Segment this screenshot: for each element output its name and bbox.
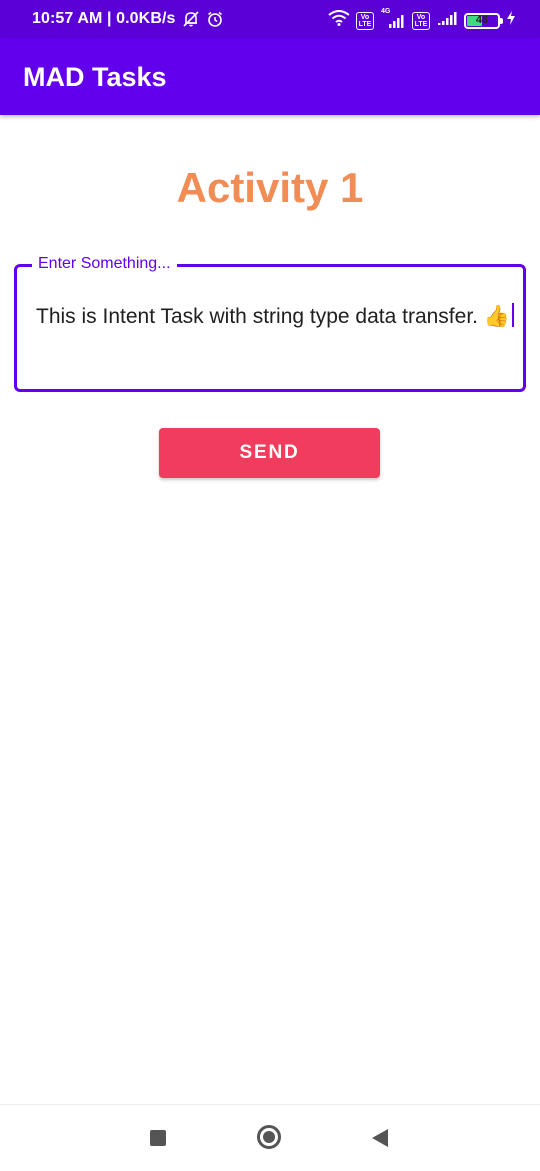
volte-icon: Vo LTE bbox=[412, 11, 430, 30]
back-icon[interactable] bbox=[372, 1129, 388, 1147]
activity-heading: Activity 1 bbox=[176, 164, 364, 211]
input-value-container[interactable]: This is Intent Task with string type dat… bbox=[36, 303, 516, 331]
input-label: Enter Something... bbox=[32, 255, 177, 273]
app-title: MAD Tasks bbox=[23, 62, 167, 92]
home-icon[interactable] bbox=[257, 1125, 281, 1149]
signal-icon bbox=[436, 10, 458, 31]
signal-icon: 4G bbox=[380, 8, 406, 29]
navigation-bar bbox=[0, 1104, 540, 1171]
status-left: 10:57 AM | 0.0KB/s bbox=[32, 10, 224, 28]
volte-icon: Vo LTE bbox=[356, 11, 374, 30]
input-value[interactable]: This is Intent Task with string type dat… bbox=[36, 305, 510, 328]
status-bar: 10:57 AM | 0.0KB/s Vo LTE 4G Vo LTE 46 bbox=[0, 0, 540, 38]
battery-level: 46 bbox=[475, 13, 489, 26]
text-caret bbox=[511, 303, 514, 327]
text-input-field[interactable]: Enter Something... This is Intent Task w… bbox=[14, 255, 526, 392]
charging-icon bbox=[506, 10, 516, 31]
wifi-icon bbox=[328, 10, 350, 31]
app-bar: MAD Tasks bbox=[0, 38, 540, 115]
battery-cap bbox=[500, 17, 503, 24]
send-button[interactable]: SEND bbox=[159, 428, 380, 478]
recents-icon[interactable] bbox=[150, 1130, 166, 1146]
status-time: 10:57 AM | 0.0KB/s bbox=[32, 10, 176, 27]
status-right: Vo LTE 4G Vo LTE 46 bbox=[328, 8, 516, 31]
battery-icon: 46 bbox=[464, 12, 503, 29]
alarm-icon bbox=[206, 10, 224, 28]
notification-muted-icon bbox=[182, 10, 200, 28]
